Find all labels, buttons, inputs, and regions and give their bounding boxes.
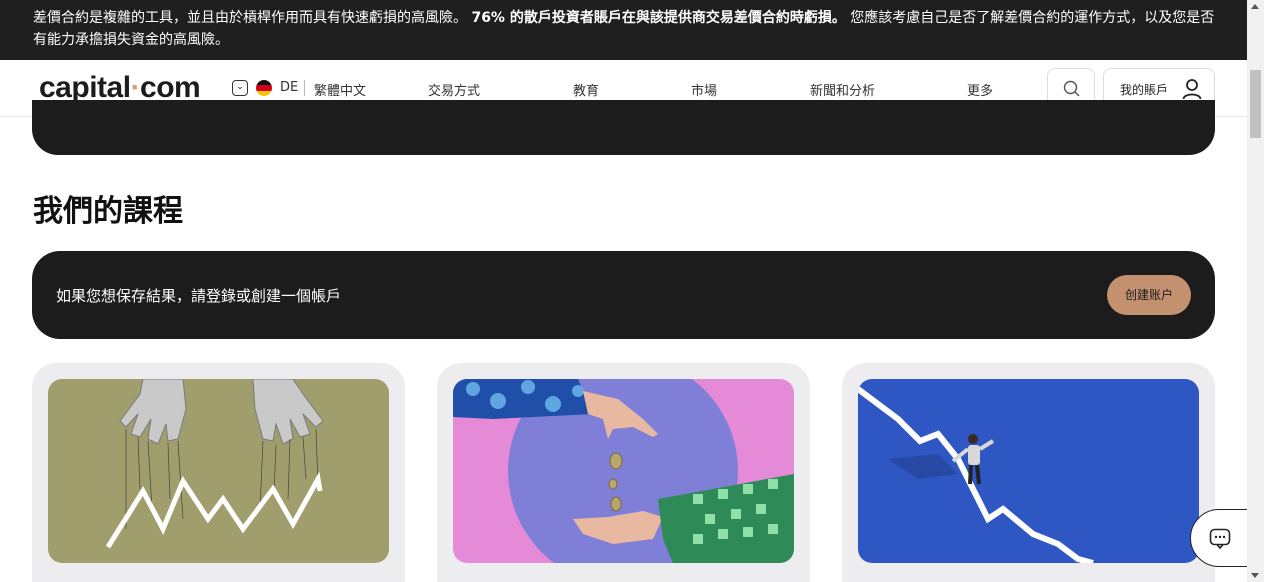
previous-dark-card <box>32 100 1215 155</box>
risk-text-bold: 76% 的散戶投資者賬戶在與該提供商交易差價合約時虧損。 <box>471 10 846 26</box>
risk-warning-banner: 差價合約是複雜的工具，並且由於槓桿作用而具有快速虧損的高風險。 76% 的散戶投… <box>0 0 1247 60</box>
scroll-down-arrow-icon[interactable] <box>1251 573 1259 578</box>
scroll-up-arrow-icon[interactable] <box>1251 4 1259 9</box>
course-card[interactable] <box>437 363 810 582</box>
chat-icon <box>1209 528 1231 550</box>
country-code[interactable]: DE <box>280 80 298 95</box>
chevron-down-icon[interactable]: ⌄ <box>232 80 248 96</box>
nav-trading[interactable]: 交易方式 <box>428 80 480 99</box>
nav-news-analysis[interactable]: 新聞和分析 <box>810 80 875 99</box>
account-label: 我的賬戶 <box>1120 83 1169 97</box>
language-divider <box>304 80 305 96</box>
nav-education[interactable]: 教育 <box>573 80 599 99</box>
germany-flag-icon[interactable] <box>256 80 272 96</box>
course-image-falling-chart[interactable] <box>858 379 1199 563</box>
user-icon <box>1182 79 1202 100</box>
course-image-coins[interactable] <box>453 379 794 563</box>
search-icon <box>1063 80 1080 97</box>
create-account-button[interactable]: 创建账户 <box>1107 275 1191 315</box>
login-prompt-card: 如果您想保存結果，請登錄或創建一個帳戶 创建账户 <box>32 251 1215 339</box>
page-title: 我們的課程 <box>33 194 183 229</box>
scroll-thumb[interactable] <box>1250 70 1261 138</box>
risk-text: 差價合約是複雜的工具，並且由於槓桿作用而具有快速虧損的高風險。 <box>33 10 467 26</box>
course-image-puppet[interactable] <box>48 379 389 563</box>
course-card[interactable] <box>32 363 405 582</box>
chat-button[interactable] <box>1190 509 1250 567</box>
login-prompt-text: 如果您想保存結果，請登錄或創建一個帳戶 <box>56 287 342 305</box>
language-selector[interactable]: 繁體中文 <box>314 80 366 99</box>
nav-more[interactable]: 更多 <box>967 80 993 99</box>
page-scrollbar[interactable] <box>1247 0 1264 582</box>
nav-markets[interactable]: 市場 <box>691 80 717 99</box>
course-card[interactable] <box>842 363 1215 582</box>
